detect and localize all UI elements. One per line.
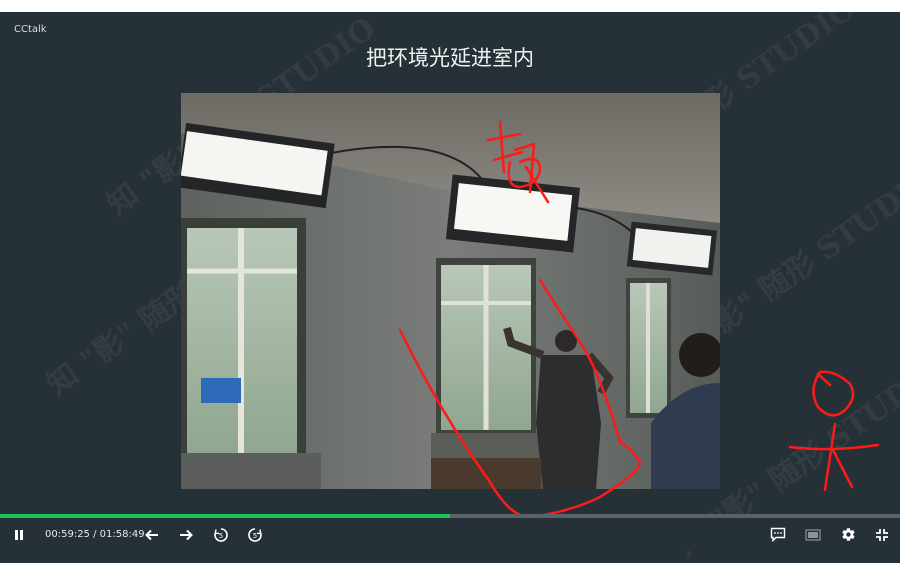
- app-name: CCtalk: [14, 24, 47, 35]
- forward-5-icon: 5: [248, 527, 262, 542]
- arrow-right-icon: [180, 529, 193, 540]
- total-time: 01:58:49: [99, 529, 145, 540]
- time-display: 00:59:25 / 01:58:49: [45, 518, 145, 551]
- next-button[interactable]: [177, 518, 195, 551]
- chat-button[interactable]: [768, 518, 788, 551]
- screen-mode-button[interactable]: [803, 518, 823, 551]
- exit-fullscreen-icon: [876, 528, 888, 541]
- svg-text:5: 5: [219, 532, 223, 540]
- pause-icon: [15, 529, 23, 540]
- slide-photo: [181, 93, 720, 489]
- gear-icon: [841, 528, 855, 541]
- replay-5-icon: 5: [214, 527, 228, 542]
- pause-button[interactable]: [8, 518, 30, 551]
- slide-title: 把环境光延进室内: [366, 46, 534, 70]
- settings-button[interactable]: [838, 518, 858, 551]
- replay-5-button[interactable]: 5: [211, 518, 231, 551]
- exit-fullscreen-button[interactable]: [872, 518, 892, 551]
- video-player[interactable]: CCtalk 知 "影" 随形 STUDIO 知 "影" 随形 STUDIO 知…: [0, 0, 900, 563]
- svg-text:5: 5: [253, 532, 257, 540]
- arrow-left-icon: [145, 529, 158, 540]
- forward-5-button[interactable]: 5: [245, 518, 265, 551]
- control-bar: 00:59:25 / 01:58:49 5 5: [0, 518, 900, 551]
- previous-button[interactable]: [143, 518, 161, 551]
- screen-icon: [805, 528, 821, 541]
- current-time: 00:59:25: [45, 529, 90, 540]
- chat-icon: [770, 527, 786, 542]
